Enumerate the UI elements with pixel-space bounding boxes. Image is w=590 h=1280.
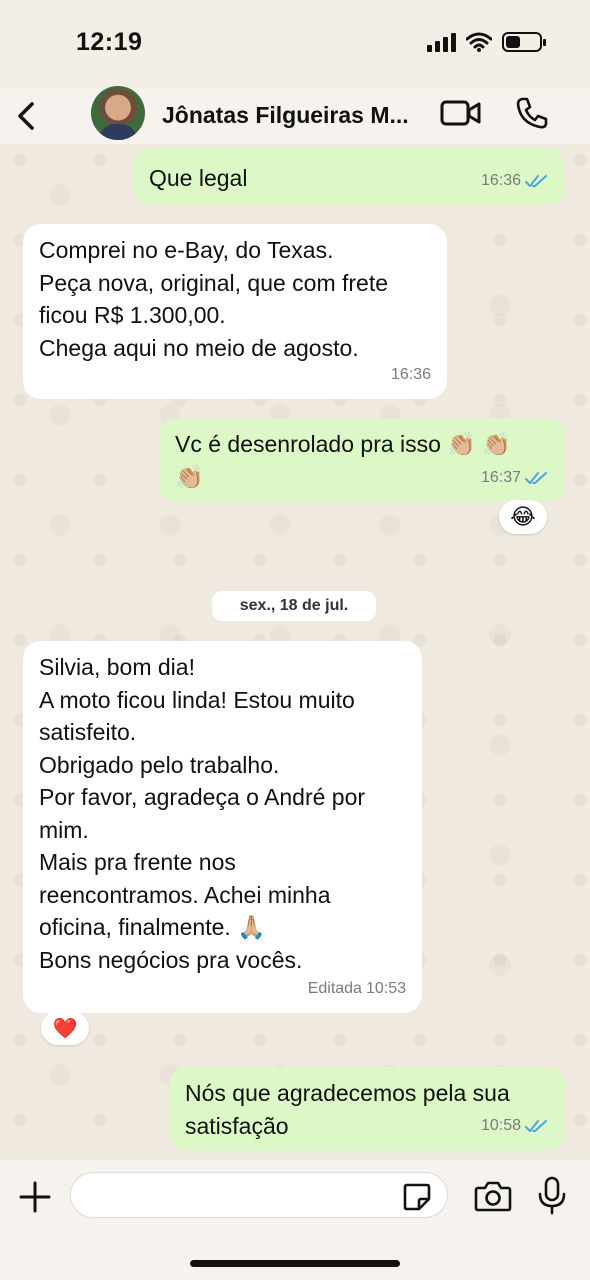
- video-call-icon[interactable]: [440, 96, 482, 130]
- message-time: 16:36: [390, 365, 431, 383]
- message-text: Silvia, bom dia! A moto ficou linda! Est…: [39, 654, 366, 973]
- edited-label: Editada: [307, 979, 362, 997]
- read-ticks-icon: [525, 471, 547, 484]
- message-meta: Editada 10:53: [308, 973, 406, 1006]
- message-text: Comprei no e-Bay, do Texas. Peça nova, o…: [39, 237, 389, 361]
- home-indicator: [190, 1260, 400, 1267]
- status-bar: 12:19: [0, 0, 590, 88]
- back-chevron-icon[interactable]: [12, 96, 42, 136]
- message-time: 16:37: [480, 468, 521, 486]
- message-meta: 16:36: [391, 359, 431, 392]
- read-ticks-icon: [525, 1119, 547, 1132]
- message-reaction[interactable]: ❤️: [41, 1011, 89, 1045]
- camera-icon[interactable]: [474, 1180, 512, 1212]
- wifi-icon: [466, 32, 492, 52]
- message-meta: 16:37: [481, 462, 549, 495]
- message-time: 16:36: [480, 171, 521, 189]
- message-time: 10:53: [365, 979, 406, 997]
- chat-header: Jônatas Filgueiras M...: [0, 86, 590, 144]
- message-bubble-outgoing[interactable]: Que legal 16:36: [133, 148, 565, 205]
- message-composer: [0, 1160, 590, 1280]
- voice-call-icon[interactable]: [514, 96, 550, 130]
- message-meta: 16:36: [481, 165, 549, 198]
- plus-icon[interactable]: [18, 1180, 52, 1214]
- sticker-icon[interactable]: [402, 1182, 432, 1212]
- message-input[interactable]: [70, 1172, 448, 1218]
- battery-icon: [502, 32, 546, 52]
- cellular-signal-icon: [427, 32, 456, 52]
- message-bubble-outgoing[interactable]: Vc é desenrolado pra isso 👏🏼 👏🏼 👏🏼 16:37: [159, 418, 565, 502]
- status-time: 12:19: [76, 28, 143, 56]
- battery-level: [506, 36, 521, 48]
- message-bubble-incoming[interactable]: Comprei no e-Bay, do Texas. Peça nova, o…: [23, 224, 447, 399]
- message-reaction[interactable]: 😂: [499, 500, 547, 534]
- message-meta: 10:58: [481, 1110, 549, 1143]
- contact-name[interactable]: Jônatas Filgueiras M...: [162, 102, 409, 129]
- read-ticks-icon: [525, 174, 547, 187]
- message-bubble-incoming[interactable]: Silvia, bom dia! A moto ficou linda! Est…: [23, 641, 422, 1013]
- date-separator: sex., 18 de jul.: [212, 591, 376, 621]
- contact-avatar[interactable]: [91, 86, 145, 140]
- microphone-icon[interactable]: [536, 1176, 568, 1216]
- status-icons: [427, 32, 546, 52]
- message-time: 10:58: [480, 1116, 521, 1134]
- message-bubble-outgoing[interactable]: Nós que agradecemos pela sua satisfação …: [169, 1067, 565, 1150]
